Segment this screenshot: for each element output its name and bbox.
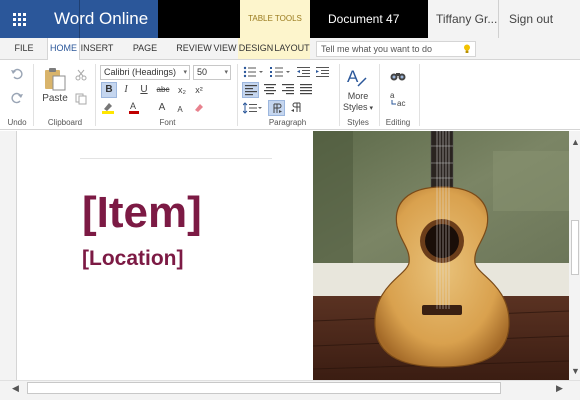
document-subtitle[interactable]: [Location] <box>82 245 183 273</box>
tab-insert[interactable]: INSERT <box>80 38 114 59</box>
find-icon[interactable] <box>390 70 406 82</box>
paragraph-group-label: Paragraph <box>268 118 307 127</box>
vertical-scroll-thumb[interactable] <box>571 220 579 275</box>
strikethrough-button[interactable]: abc <box>154 83 172 97</box>
redo-icon[interactable] <box>10 92 24 104</box>
undo-group-label: Undo <box>7 118 27 127</box>
app-name[interactable]: Word Online <box>38 0 158 38</box>
group-separator <box>339 64 340 126</box>
scroll-up-icon[interactable]: ▲ <box>571 137 580 147</box>
undo-icon[interactable] <box>10 68 24 80</box>
align-left-button[interactable] <box>242 82 259 98</box>
font-group-label: Font <box>159 118 176 127</box>
document-name[interactable]: Document 47 <box>318 0 428 38</box>
tell-me-placeholder: Tell me what you want to do <box>321 44 433 54</box>
group-separator <box>237 64 238 126</box>
replace-icon[interactable]: a ac <box>390 91 408 107</box>
font-color-icon[interactable]: A <box>128 101 144 114</box>
svg-text:a: a <box>390 91 395 100</box>
tell-me-input[interactable]: Tell me what you want to do <box>316 41 476 57</box>
editing-group-label: Editing <box>385 118 411 127</box>
svg-text:ac: ac <box>397 99 405 107</box>
scroll-left-icon[interactable]: ◀ <box>12 383 19 394</box>
grow-font-button[interactable]: A <box>156 101 168 115</box>
tab-home[interactable]: HOME <box>47 38 80 60</box>
italic-button[interactable]: I <box>120 83 132 97</box>
indent-icon[interactable] <box>316 66 330 78</box>
horizontal-scroll-thumb[interactable] <box>27 382 501 394</box>
outdent-icon[interactable] <box>297 66 311 78</box>
clipboard-group-label: Clipboard <box>47 118 83 127</box>
tab-design[interactable]: DESIGN <box>238 38 274 59</box>
tab-page-layout[interactable]: PAGE LAYOUT <box>114 38 176 74</box>
align-right-icon[interactable] <box>282 84 294 95</box>
styles-label: Styles <box>343 102 368 112</box>
chevron-down-icon: ▾ <box>224 69 228 76</box>
lightbulb-icon <box>464 44 470 53</box>
shrink-font-button[interactable]: A <box>174 103 186 117</box>
underline-button[interactable]: U <box>138 83 150 97</box>
font-name-dropdown[interactable]: Calibri (Headings) ▾ <box>100 65 190 80</box>
clear-format-icon[interactable] <box>193 102 205 114</box>
chevron-down-icon: ▾ <box>183 69 187 76</box>
line-spacing-icon[interactable] <box>243 102 263 114</box>
group-separator <box>95 64 96 126</box>
styles-icon[interactable]: A <box>346 66 368 88</box>
sign-out-link[interactable]: Sign out <box>498 0 580 38</box>
table-border-line <box>80 158 272 159</box>
contextual-tab-group: TABLE TOOLS <box>240 0 310 38</box>
tab-file[interactable]: FILE <box>2 38 46 59</box>
justify-icon[interactable] <box>300 84 312 95</box>
scroll-down-icon[interactable]: ▼ <box>571 366 580 376</box>
ribbon-tab-row: FILE HOME INSERT PAGE LAYOUT REVIEW VIEW… <box>0 38 580 74</box>
scroll-right-icon[interactable]: ▶ <box>556 383 563 394</box>
grid-icon <box>12 12 26 26</box>
tab-review[interactable]: REVIEW <box>176 38 212 59</box>
highlight-icon[interactable] <box>101 101 117 114</box>
bold-button[interactable]: B <box>101 82 117 98</box>
styles-group-label: Styles <box>347 118 369 127</box>
guitar-image[interactable] <box>313 131 569 380</box>
cut-icon[interactable] <box>75 69 87 81</box>
bullets-icon[interactable] <box>243 66 265 78</box>
left-margin-bar <box>0 131 17 380</box>
ltr-button[interactable] <box>268 100 285 116</box>
numbering-icon[interactable] <box>270 66 292 78</box>
font-size-value: 50 <box>197 67 208 77</box>
font-size-dropdown[interactable]: 50 ▾ <box>193 65 231 80</box>
more-styles-label: More <box>347 91 369 101</box>
tab-layout[interactable]: LAYOUT <box>274 38 310 59</box>
ltr-icon <box>273 103 282 113</box>
align-left-icon <box>245 85 257 96</box>
more-styles-button[interactable]: More Styles ▾ <box>342 91 374 114</box>
font-name-value: Calibri (Headings) <box>104 67 177 77</box>
user-name[interactable]: Tiffany Gr... <box>428 0 498 38</box>
paste-icon[interactable] <box>44 67 66 91</box>
app-launcher-button[interactable] <box>0 0 38 38</box>
paste-button[interactable]: Paste <box>40 92 70 106</box>
subscript-button[interactable]: x₂ <box>176 83 188 97</box>
group-separator <box>379 64 380 126</box>
tab-view[interactable]: VIEW <box>212 38 238 59</box>
superscript-button[interactable]: x² <box>193 83 205 97</box>
ribbon: Undo Paste Clipboard Calibri (Headings) … <box>0 60 580 130</box>
group-separator <box>419 64 420 126</box>
svg-text:A: A <box>130 101 136 111</box>
group-separator <box>33 64 34 126</box>
svg-text:A: A <box>347 67 359 86</box>
rtl-icon[interactable] <box>291 102 303 113</box>
document-title[interactable]: [Item] <box>82 188 202 238</box>
align-center-icon[interactable] <box>264 84 276 95</box>
chevron-down-icon: ▾ <box>367 105 373 112</box>
copy-icon[interactable] <box>75 93 87 105</box>
